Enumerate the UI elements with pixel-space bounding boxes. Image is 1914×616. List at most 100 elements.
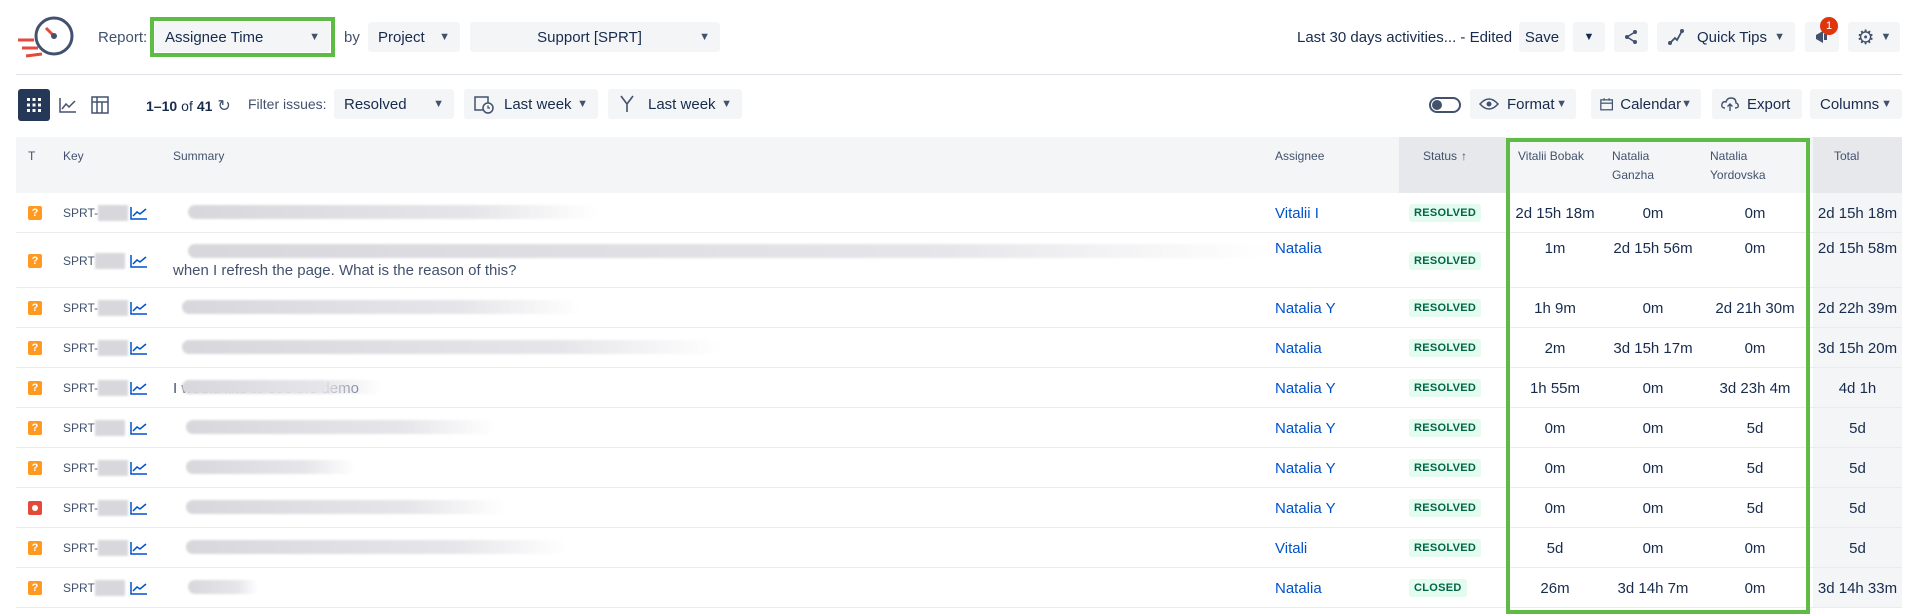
chevron-down-icon: ▼ [699, 31, 710, 43]
redacted-key [94, 252, 125, 269]
col-status-header[interactable]: Status ↑ [1399, 137, 1506, 193]
assignee-link[interactable]: Natalia Y [1275, 288, 1336, 328]
trend-chart-icon[interactable] [130, 528, 148, 568]
redacted-key [98, 340, 129, 356]
issue-key[interactable]: SPRT- [63, 288, 129, 328]
issue-key[interactable]: SPRT- [63, 448, 129, 488]
status-badge: CLOSED [1409, 568, 1467, 608]
total-time: 5d [1849, 499, 1866, 517]
redacted-summary [186, 460, 356, 474]
assignee-link[interactable]: Natalia Y [1275, 448, 1336, 488]
col-type-header[interactable]: T [28, 137, 35, 193]
issue-key[interactable]: SPRT- [63, 328, 129, 368]
assignee-link[interactable]: Natalia [1275, 233, 1322, 263]
format-button[interactable]: Format ▼ [1470, 89, 1576, 119]
export-button[interactable]: Export [1712, 89, 1802, 119]
quick-tips-label: Quick Tips [1697, 28, 1768, 46]
issue-key[interactable]: SPRT- [63, 368, 129, 408]
chevron-down-icon: ▼ [1774, 31, 1785, 43]
grid-view-button[interactable] [18, 89, 50, 121]
issue-key[interactable]: SPRT [63, 233, 125, 288]
trend-chart-icon[interactable] [130, 328, 148, 368]
filter-issues-select[interactable]: Resolved ▼ [334, 89, 454, 119]
calendar-icon [1600, 98, 1614, 111]
toggle-icon [1432, 100, 1442, 110]
issue-key[interactable]: SPRT [63, 568, 125, 608]
date-range-start-value: Last week [504, 95, 572, 113]
status-header-label: Status [1423, 149, 1458, 163]
notification-badge: 1 [1820, 17, 1838, 35]
redacted-summary [188, 205, 598, 219]
redacted-key [98, 500, 129, 516]
redacted-summary [188, 580, 258, 594]
assignee-link[interactable]: Natalia Y [1275, 408, 1336, 448]
chevron-down-icon: ▼ [433, 98, 444, 110]
col-assignee-header[interactable]: Assignee [1275, 137, 1324, 193]
issue-key-text: SPRT- [63, 341, 99, 355]
col-total-header[interactable]: Total [1813, 137, 1902, 193]
trend-chart-icon[interactable] [130, 448, 148, 488]
chart-view-button[interactable] [52, 89, 84, 121]
trend-chart-icon[interactable] [130, 368, 148, 408]
trend-chart-icon[interactable] [130, 288, 148, 328]
total-time: 5d [1849, 459, 1866, 477]
saved-view-name[interactable]: Last 30 days activities... - Edited [1297, 29, 1512, 46]
columns-label: Columns [1820, 95, 1880, 113]
trend-chart-icon[interactable] [130, 488, 148, 528]
date-range-end-select[interactable]: Last week ▼ [608, 89, 742, 119]
refresh-icon[interactable]: ↻ [217, 96, 230, 116]
assignee-link[interactable]: Natalia [1275, 328, 1322, 368]
highlight-report-frame [150, 17, 335, 57]
branch-icon [620, 95, 634, 112]
project-select[interactable]: Support [SPRT] ▼ [470, 22, 720, 52]
status-badge-text: RESOLVED [1409, 251, 1482, 270]
total-time: 3d 14h 33m [1817, 579, 1898, 597]
trend-chart-icon[interactable] [130, 193, 148, 233]
pivot-view-icon [91, 96, 109, 114]
chevron-down-icon: ▼ [1583, 31, 1595, 43]
trend-chart-icon[interactable] [130, 568, 148, 608]
assignee-link[interactable]: Natalia Y [1275, 368, 1336, 408]
issue-key-text: SPRT [63, 581, 95, 595]
quick-tips-button[interactable]: Quick Tips ▼ [1657, 22, 1795, 52]
group-by-select[interactable]: Project ▼ [368, 22, 460, 52]
assignee-link[interactable]: Natalia Y [1275, 488, 1336, 528]
status-badge-text: RESOLVED [1409, 299, 1482, 317]
columns-button[interactable]: Columns ▼ [1810, 89, 1902, 119]
top-toolbar: Report: Assignee Time ▼ by Project ▼ Sup… [0, 0, 1914, 74]
question-type-icon: ? [28, 328, 42, 368]
save-options-button[interactable]: ▼ [1573, 22, 1605, 52]
status-badge-text: CLOSED [1409, 579, 1467, 597]
issue-summary[interactable]: when I refresh the page. What is the rea… [173, 253, 517, 288]
calendar-button[interactable]: Calendar ▼ [1591, 89, 1701, 119]
col-key-header[interactable]: Key [63, 137, 84, 193]
pivot-view-button[interactable] [84, 89, 116, 121]
chevron-down-icon: ▼ [1681, 98, 1692, 110]
save-button[interactable]: Save [1519, 22, 1565, 52]
share-button[interactable] [1614, 22, 1648, 52]
question-type-icon: ? [28, 233, 42, 288]
issue-key[interactable]: SPRT- [63, 488, 129, 528]
assignee-link[interactable]: Vitali [1275, 528, 1307, 568]
grid-view-icon [27, 98, 41, 112]
issue-key[interactable]: SPRT [63, 408, 125, 448]
assignee-link[interactable]: Vitalii I [1275, 193, 1319, 233]
issue-key[interactable]: SPRT- [63, 193, 129, 233]
toggle-switch[interactable] [1429, 97, 1461, 113]
status-badge: RESOLVED [1409, 368, 1482, 408]
redacted-summary [186, 540, 566, 554]
redacted-summary [182, 340, 722, 354]
total-time: 4d 1h [1838, 379, 1877, 397]
chevron-down-icon: ▼ [439, 31, 450, 43]
date-range-start-select[interactable]: Last week ▼ [464, 89, 598, 119]
status-badge: RESOLVED [1409, 193, 1482, 233]
sort-up-icon: ↑ [1461, 149, 1468, 163]
chevron-down-icon: ▼ [577, 98, 588, 110]
trend-chart-icon[interactable] [130, 408, 148, 448]
total-time: 5d [1849, 419, 1866, 437]
trend-chart-icon[interactable] [130, 233, 148, 288]
col-summary-header[interactable]: Summary [173, 137, 224, 193]
issue-key[interactable]: SPRT- [63, 528, 129, 568]
assignee-link[interactable]: Natalia [1275, 568, 1322, 608]
settings-button[interactable]: ⚙ ▼ [1848, 22, 1900, 52]
